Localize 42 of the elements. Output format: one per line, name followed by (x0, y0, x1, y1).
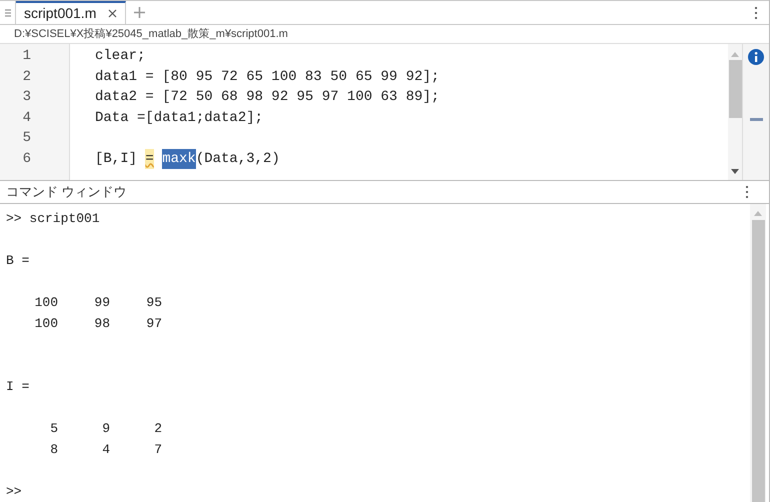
matrix-value: 7 (154, 441, 162, 459)
console-scrollbar[interactable] (750, 204, 766, 502)
code-text: [B,I] (95, 150, 138, 168)
line-number: 1 (22, 48, 31, 64)
matrix-value: 4 (102, 441, 110, 459)
editor-scrollbar[interactable] (728, 44, 742, 180)
code-text: Data =[data1;data2]; (95, 108, 264, 128)
line-number: 2 (22, 68, 31, 84)
line-number: 5 (22, 130, 31, 146)
line-number: 6 (22, 150, 31, 166)
matrix-value: 5 (50, 420, 58, 438)
close-icon[interactable] (108, 9, 118, 18)
code-text: clear; (95, 47, 146, 66)
editor-tab[interactable]: script001.m (16, 1, 126, 24)
file-path: D:¥SCISEL¥X投稿¥25045_matlab_散策_m¥script001.m (14, 26, 288, 42)
selected-text: maxk (162, 148, 196, 169)
code-text: data1 = [80 95 72 65 100 83 50 65 99 92]; (95, 68, 440, 86)
command-line: >> script001 (6, 210, 101, 228)
command-line: >> (6, 483, 23, 501)
scroll-down-icon[interactable] (731, 169, 739, 174)
line-number: 3 (22, 89, 31, 105)
matrix-value: 100 (34, 315, 58, 333)
warning-highlight: = (145, 148, 154, 169)
code-text: data2 = [72 50 68 98 92 95 97 100 63 89]; (95, 88, 440, 107)
code-text: (Data,3,2) (196, 150, 280, 168)
more-icon[interactable] (754, 6, 758, 18)
matrix-value: 98 (94, 315, 110, 333)
info-icon[interactable] (748, 49, 764, 65)
matrix-value: 2 (154, 420, 162, 438)
matrix-value: 95 (146, 294, 162, 312)
matrix-value: 100 (34, 294, 58, 312)
matrix-value: 99 (94, 294, 110, 312)
more-icon[interactable] (745, 186, 749, 198)
matrix-value: 8 (50, 441, 58, 459)
warning-marker[interactable] (750, 118, 762, 121)
line-number: 4 (22, 110, 31, 126)
panel-title: コマンド ウィンドウ (6, 183, 127, 202)
output-line: B = (6, 252, 30, 270)
output-line: I = (6, 378, 30, 396)
add-tab-icon[interactable] (134, 7, 146, 18)
matrix-value: 9 (102, 420, 110, 438)
matrix-value: 97 (146, 315, 162, 333)
